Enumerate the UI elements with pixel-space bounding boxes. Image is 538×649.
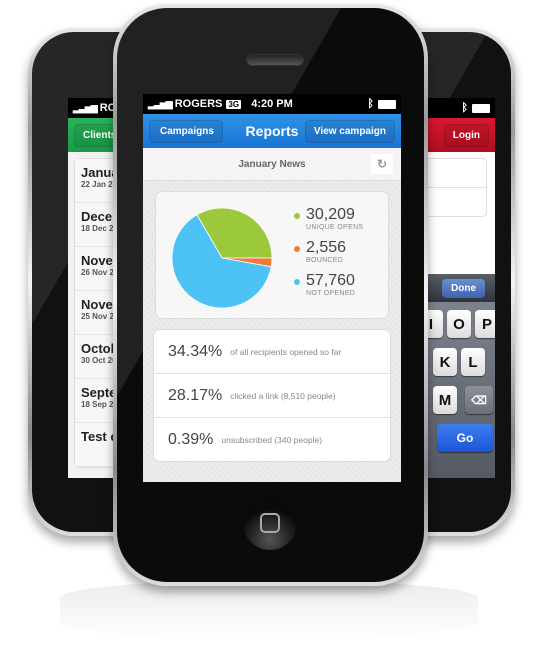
- stat-percent: 28.17%: [168, 386, 223, 404]
- home-button[interactable]: [243, 496, 297, 550]
- pie-chart-card: 30,209 UNIQUE OPENS 2,556 BOUNCED 57,760 NOT …: [155, 191, 389, 319]
- network-badge: 3G: [226, 99, 242, 109]
- bluetooth-icon: ᛒ: [461, 102, 468, 114]
- pie-legend: 30,209 UNIQUE OPENS 2,556 BOUNCED 57,760 NOT …: [294, 206, 363, 305]
- legend-label: UNIQUE OPENS: [306, 224, 364, 231]
- backspace-icon[interactable]: ⌫: [465, 386, 493, 414]
- campaign-header: January News ↻: [143, 148, 401, 181]
- battery-icon: [378, 99, 396, 109]
- stat-description: unsubscribed (340 people): [221, 434, 323, 445]
- legend-label: BOUNCED: [306, 257, 344, 264]
- stat-row: 28.17% clicked a link (8,510 people): [154, 374, 390, 418]
- pie-chart: [171, 207, 273, 309]
- stat-description: of all recipients opened so far: [230, 346, 342, 357]
- key-p[interactable]: P: [475, 310, 495, 338]
- home-square-icon: [260, 513, 280, 533]
- legend-label: NOT OPENED: [306, 290, 356, 297]
- stat-description: clicked a link (8,510 people): [230, 390, 336, 401]
- floor-reflection: [60, 580, 478, 640]
- campaigns-back-button[interactable]: Campaigns: [149, 119, 223, 143]
- key-k[interactable]: K: [433, 348, 457, 376]
- legend-dot: [294, 246, 300, 252]
- legend-dot: [294, 279, 300, 285]
- view-campaign-button[interactable]: View campaign: [304, 119, 395, 143]
- carrier-label: ROGERS: [174, 98, 223, 110]
- stats-list: 34.34% of all recipients opened so far 28.…: [153, 329, 391, 462]
- refresh-icon[interactable]: ↻: [371, 154, 393, 174]
- legend-dot: [294, 213, 300, 219]
- go-button[interactable]: Go: [437, 424, 493, 452]
- legend-value: 30,209: [306, 206, 355, 223]
- signal-icon: ▂▃▅▆: [148, 98, 173, 109]
- key-l[interactable]: L: [461, 348, 485, 376]
- bluetooth-icon: ᛒ: [367, 98, 374, 110]
- legend-value: 2,556: [306, 239, 347, 256]
- report-body: 30,209 UNIQUE OPENS 2,556 BOUNCED 57,760 NOT …: [143, 181, 401, 482]
- legend-entry: 30,209 UNIQUE OPENS: [294, 206, 363, 231]
- legend-entry: 2,556 BOUNCED: [294, 239, 363, 264]
- campaign-name: January News: [238, 158, 306, 170]
- stat-percent: 34.34%: [168, 342, 223, 360]
- stat-row: 0.39% unsubscribed (340 people): [154, 418, 390, 461]
- center-iphone: ▂▃▅▆ ROGERS 3G 4:20 PM ᛒ Campaigns Repor…: [113, 4, 428, 586]
- legend-entry: 57,760 NOT OPENED: [294, 272, 363, 297]
- earpiece-speaker: [246, 54, 304, 66]
- stat-percent: 0.39%: [168, 430, 214, 448]
- nav-bar: Campaigns Reports View campaign: [143, 114, 401, 148]
- legend-value: 57,760: [306, 272, 355, 289]
- key-o[interactable]: O: [447, 310, 471, 338]
- signal-icon: ▂▃▅▆: [73, 102, 98, 113]
- login-button[interactable]: Login: [443, 123, 489, 147]
- battery-icon: [472, 103, 490, 113]
- done-button[interactable]: Done: [442, 278, 485, 298]
- status-bar: ▂▃▅▆ ROGERS 3G 4:20 PM ᛒ: [143, 94, 401, 114]
- center-screen: ▂▃▅▆ ROGERS 3G 4:20 PM ᛒ Campaigns Repor…: [143, 94, 401, 482]
- key-m[interactable]: M: [433, 386, 457, 414]
- stat-row: 34.34% of all recipients opened so far: [154, 330, 390, 374]
